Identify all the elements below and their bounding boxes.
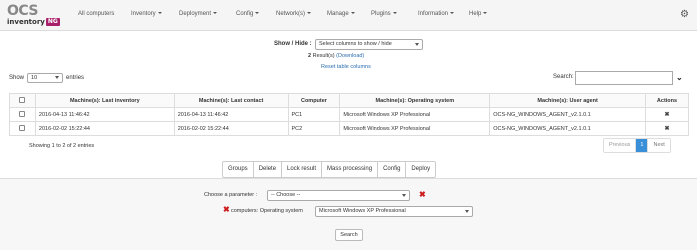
caret-down-icon [483,12,488,15]
computers-table: Machine(s): Last inventory Machine(s): L… [9,93,689,136]
logo-badge: NG [45,18,60,26]
entries-select[interactable]: 10 [27,73,64,83]
computer-link[interactable]: PC2 [287,121,341,136]
os-cell: Microsoft Windows XP Professional [339,121,491,136]
column-header[interactable]: Computer [287,93,341,108]
gear-icon[interactable]: ⚙ [680,10,690,20]
select-all-checkbox[interactable] [19,97,26,104]
remove-criterion-icon[interactable]: ✖ [223,206,230,214]
nav-item-config[interactable]: Config [236,11,260,17]
results-count: 2 Result(s) (Download) [308,53,365,59]
caret-down-icon [450,12,455,15]
columns-select-value: Select columns to show / hide [319,41,392,47]
last-inventory-cell: 2016-02-02 15:22:44 [34,121,175,136]
show-hide-label: Show / Hide : [274,41,312,47]
logo-sub-text: inventory [7,18,45,26]
ocs-logo[interactable]: OCS inventory NG [7,3,60,27]
previous-page-button[interactable]: Previous [604,139,637,152]
table-row: 2016-02-02 15:22:44 2016-02-02 15:22:44 … [9,121,689,136]
caret-down-icon [307,12,312,15]
showing-entries-text: Showing 1 to 2 of 2 entries [29,143,95,149]
columns-select[interactable]: Select columns to show / hide [315,39,423,50]
delete-icon[interactable]: ✖ [665,126,670,132]
delete-icon[interactable]: ✖ [665,112,670,118]
nav-item-information[interactable]: Information [418,11,455,17]
chevron-down-icon [55,76,60,79]
search-input[interactable] [575,71,673,85]
lock-result-button[interactable]: Lock result [282,162,323,177]
chevron-down-icon [415,43,419,46]
reset-columns-link[interactable]: Reset table columns [321,64,371,70]
download-link[interactable]: (Download) [336,53,364,59]
show-entries: Show 10 entries [9,73,85,83]
column-header[interactable]: Machine(s): User agent [489,93,647,108]
nav-item-network-s[interactable]: Network(s) [276,11,312,17]
nav-item-all-computers[interactable]: All computers [78,11,114,17]
next-page-button[interactable]: Next [648,139,670,152]
search-button[interactable]: Search [335,229,363,241]
parameter-select[interactable]: -- Choose -- [267,190,410,201]
actions-button-group: Groups Delete Lock result Mass processin… [222,161,437,178]
agent-cell: OCS-NG_WINDOWS_AGENT_v2.1.0.1 [489,107,647,122]
table-row: 2016-04-13 11:46:42 2016-04-13 11:46:42 … [9,107,689,122]
caret-down-icon [157,12,162,15]
chevron-down-icon [402,194,406,197]
nav-item-manage[interactable]: Manage [327,11,355,17]
chevron-down-icon [465,210,469,213]
nav-item-inventory[interactable]: Inventory [131,11,162,17]
groups-button[interactable]: Groups [223,162,254,177]
row-checkbox[interactable] [19,125,26,132]
current-page-button[interactable]: 1 [636,139,649,152]
computer-link[interactable]: PC1 [287,107,341,122]
delete-button[interactable]: Delete [254,162,283,177]
nav-item-plugins[interactable]: Plugins [371,11,397,17]
top-navbar: OCS inventory NG All computers Inventory D… [0,0,697,31]
agent-cell: OCS-NG_WINDOWS_AGENT_v2.1.0.1 [489,121,647,136]
column-header[interactable]: Machine(s): Operating system [339,93,491,108]
os-cell: Microsoft Windows XP Professional [339,107,491,122]
config-button[interactable]: Config [378,162,407,177]
criterion-label: computers: Operating system [231,208,303,214]
caret-down-icon [255,12,260,15]
last-contact-cell: 2016-04-13 11:46:42 [173,107,289,122]
mass-processing-button[interactable]: Mass processing [322,162,379,177]
deploy-button[interactable]: Deploy [406,162,435,177]
chevron-down-icon[interactable]: ⌄ [676,73,683,82]
caret-down-icon [392,12,397,15]
search-label: Search: [553,74,574,80]
nav-item-help[interactable]: Help [469,11,488,17]
os-criterion-select[interactable]: Microsoft Windows XP Professional [315,206,473,217]
row-checkbox[interactable] [19,111,26,118]
last-inventory-cell: 2016-04-13 11:46:42 [34,107,175,122]
column-header[interactable]: Machine(s): Last inventory [34,93,175,108]
choose-parameter-label: Choose a parameter : [204,192,258,198]
last-contact-cell: 2016-02-02 15:22:44 [173,121,289,136]
column-header[interactable]: Machine(s): Last contact [173,93,289,108]
pagination: Previous 1 Next [603,138,671,153]
nav-item-deployment[interactable]: Deployment [179,11,218,17]
remove-parameter-icon[interactable]: ✖ [419,191,426,199]
select-all-header[interactable] [9,93,36,108]
column-header: Actions [645,93,689,108]
table-header-row: Machine(s): Last inventory Machine(s): L… [9,93,689,108]
logo-main-text: OCS [7,3,39,19]
caret-down-icon [350,12,355,15]
caret-down-icon [213,12,218,15]
